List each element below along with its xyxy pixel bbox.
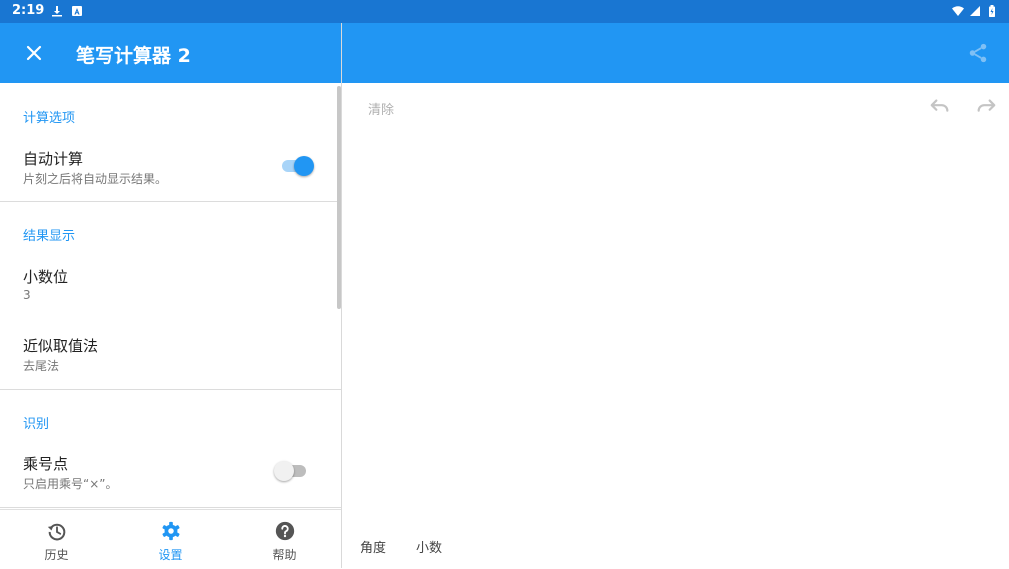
auto-calc-subtitle: 片刻之后将自动显示结果。 (23, 172, 168, 186)
nav-help-label: 帮助 (272, 548, 297, 562)
section-title-calc-options: 计算选项 (23, 111, 76, 126)
decimal-mode-button[interactable]: 小数 (416, 537, 442, 556)
notification-a-icon (72, 6, 82, 16)
gear-icon (162, 521, 180, 541)
decimal-places-title: 小数位 (23, 268, 69, 286)
status-time: 2:19 (12, 3, 45, 18)
battery-icon (989, 5, 995, 17)
settings-list[interactable]: 计算选项 自动计算 片刻之后将自动显示结果。 结果显示 小数位 3 近似取值法 … (0, 83, 341, 509)
calculator-panel: 清除 角度 小数 (342, 23, 1009, 568)
multiply-dot-toggle[interactable] (274, 460, 310, 482)
signal-icon (970, 6, 980, 16)
multiply-dot-title: 乘号点 (23, 455, 69, 473)
nav-settings[interactable]: 设置 (114, 510, 227, 569)
nav-history[interactable]: 历史 (0, 510, 113, 569)
bottom-nav: 历史 设置 帮助 (0, 509, 341, 569)
download-icon (52, 6, 62, 17)
angle-mode-button[interactable]: 角度 (360, 537, 386, 556)
app-bar-right (342, 23, 1009, 83)
divider (0, 201, 341, 202)
app-bar: 笔写计算器 2 (0, 23, 341, 83)
wifi-icon (952, 6, 964, 16)
redo-icon[interactable] (975, 96, 997, 118)
history-icon (47, 523, 66, 541)
rounding-value: 去尾法 (23, 359, 60, 373)
auto-calc-title: 自动计算 (23, 150, 84, 168)
toggle-thumb (274, 461, 294, 481)
nav-history-label: 历史 (44, 548, 69, 562)
help-icon (275, 521, 295, 541)
multiply-dot-subtitle: 只启用乘号“×”。 (23, 477, 118, 491)
undo-icon[interactable] (929, 96, 951, 118)
share-icon[interactable] (967, 42, 989, 64)
settings-panel: 笔写计算器 2 计算选项 自动计算 片刻之后将自动显示结果。 结果显示 小数位 … (0, 23, 341, 569)
decimal-places-value: 3 (23, 288, 31, 302)
divider (0, 507, 341, 508)
auto-calc-toggle[interactable] (280, 155, 316, 177)
clear-button[interactable]: 清除 (368, 99, 394, 118)
nav-settings-label: 设置 (158, 548, 183, 562)
app-title: 笔写计算器 2 (76, 45, 191, 67)
toggle-thumb (294, 156, 314, 176)
nav-help[interactable]: 帮助 (228, 510, 341, 569)
section-title-result-display: 结果显示 (23, 229, 76, 244)
rounding-title: 近似取值法 (23, 337, 99, 355)
section-title-recognition: 识别 (23, 417, 50, 432)
handwriting-canvas[interactable] (342, 123, 1009, 523)
close-icon[interactable] (22, 41, 46, 65)
divider (0, 389, 341, 390)
status-bar: 2:19 (0, 0, 1009, 23)
